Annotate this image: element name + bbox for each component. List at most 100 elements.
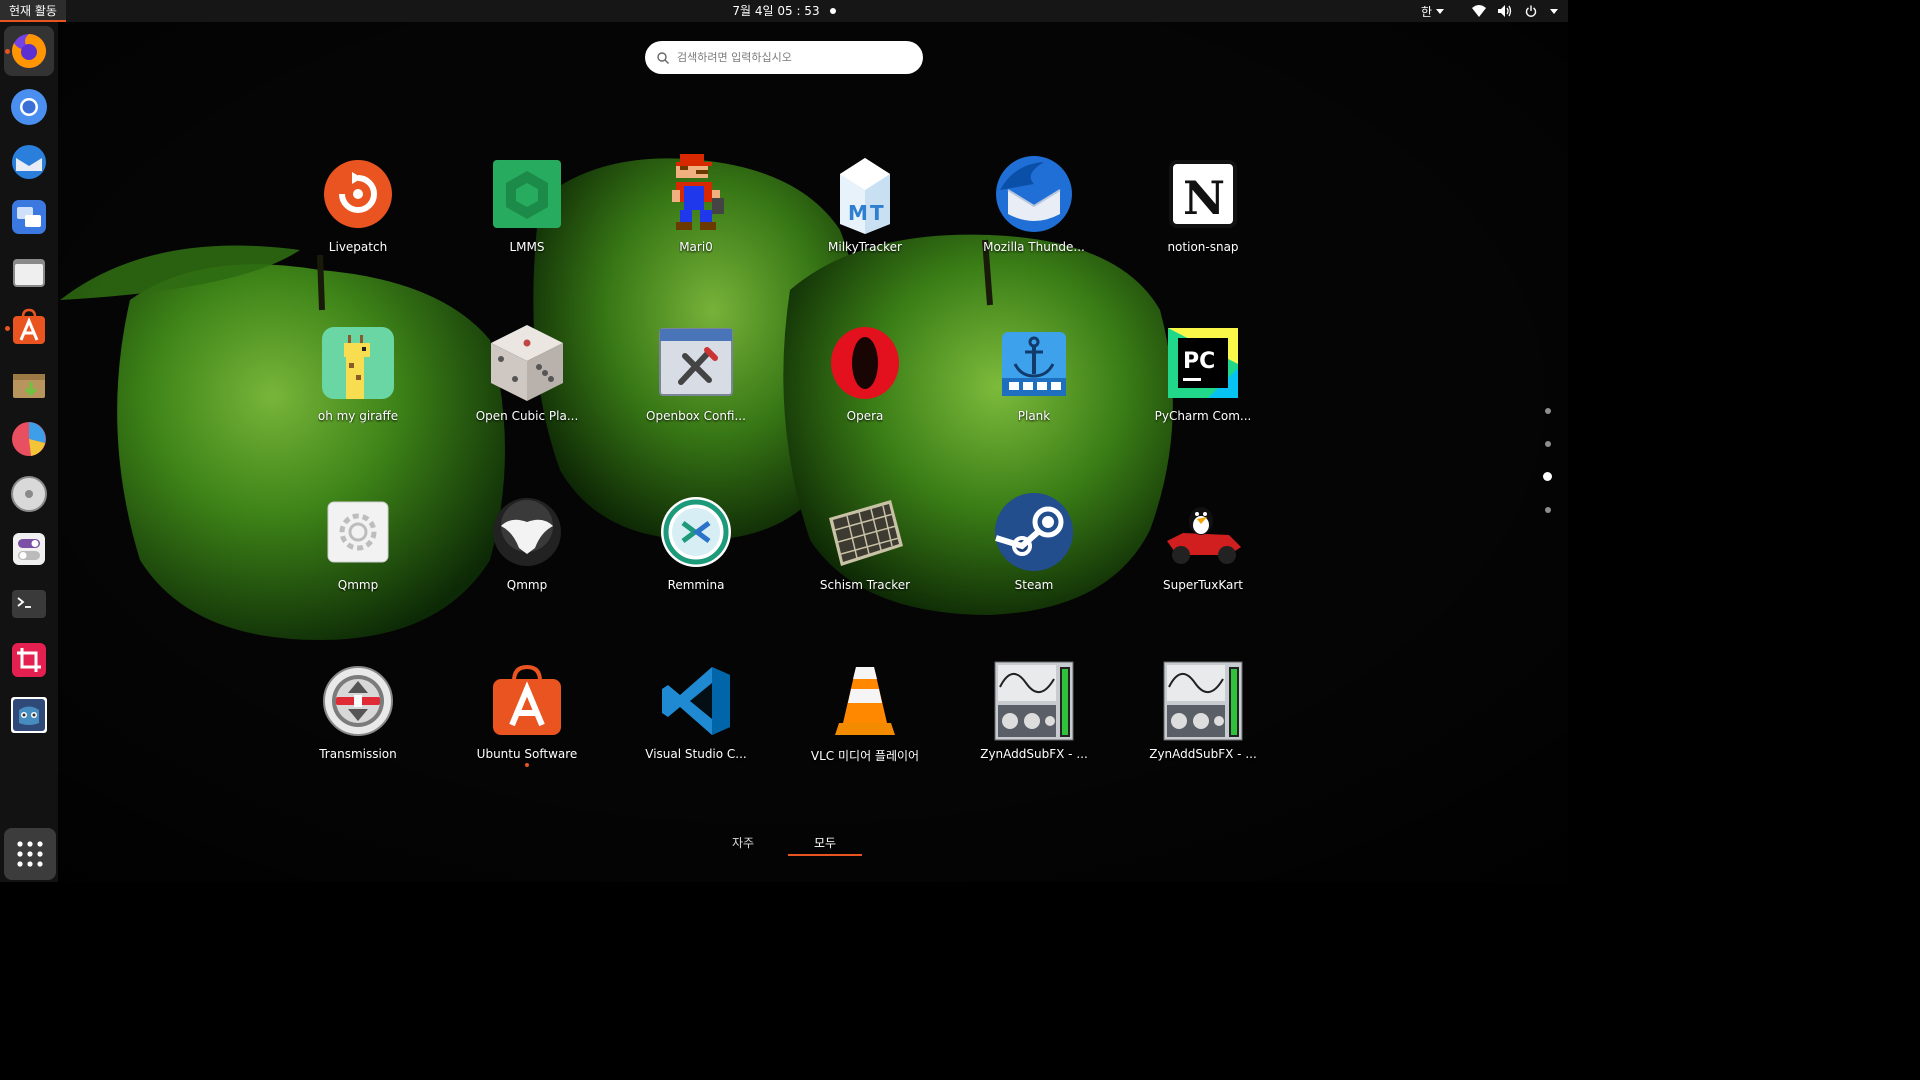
dock-item-files[interactable] [4, 248, 54, 298]
search-icon [657, 51, 669, 64]
running-indicator [5, 326, 10, 331]
app-label: oh my giraffe [317, 409, 399, 423]
lmms-icon [493, 160, 561, 228]
remote-desktop-icon [12, 200, 46, 234]
tweaks-icon [13, 533, 45, 565]
app-label: Opera [846, 409, 884, 423]
app-label: Visual Studio C... [645, 747, 747, 761]
input-method-label: 한 [1420, 4, 1432, 19]
clock-button[interactable]: 7월 4일 05 : 53 [732, 0, 836, 22]
app-qmmp-2[interactable]: Qmmp [457, 490, 597, 620]
opera-icon [831, 327, 899, 399]
dock-item-terminal[interactable] [4, 579, 54, 629]
app-vlc[interactable]: VLC 미디어 플레이어 [795, 659, 935, 789]
search-input[interactable] [677, 51, 897, 64]
dock-item-chromium[interactable] [4, 82, 54, 132]
page-indicator-2[interactable] [1545, 441, 1551, 447]
firefox-icon [11, 34, 46, 68]
dock-item-ubuntu-software[interactable] [4, 303, 54, 353]
volume-icon[interactable] [1498, 4, 1512, 18]
tab-all[interactable]: 모두 [788, 832, 862, 856]
wifi-icon[interactable] [1472, 4, 1486, 18]
app-mari0[interactable]: Mari0 [626, 152, 766, 282]
app-label: notion-snap [1167, 240, 1239, 254]
svg-text:PC: PC [1183, 349, 1215, 374]
dock-item-disk-usage[interactable] [4, 414, 54, 464]
app-schism-tracker[interactable]: Schism Tracker [795, 490, 935, 620]
app-label: Transmission [319, 747, 397, 761]
files-icon [13, 259, 45, 287]
top-bar: 현재 활동 7월 4일 05 : 53 한 [0, 0, 1568, 22]
system-menu-chevron-icon[interactable] [1550, 8, 1558, 14]
app-pycharm[interactable]: PC PyCharm Com... [1133, 321, 1273, 451]
app-oh-my-giraffe[interactable]: oh my giraffe [288, 321, 428, 451]
app-opera[interactable]: Opera [795, 321, 935, 451]
input-method-button[interactable]: 한 [1421, 3, 1444, 20]
app-label: Mozilla Thunde... [983, 240, 1085, 254]
app-notion-snap[interactable]: N notion-snap [1133, 152, 1273, 282]
archive-manager-icon [13, 374, 45, 398]
app-qmmp-1[interactable]: Qmmp [288, 490, 428, 620]
disks-icon [11, 476, 47, 512]
app-label: Schism Tracker [819, 578, 911, 592]
transmission-icon [323, 666, 393, 736]
mari0-icon [672, 154, 724, 230]
dock-item-remote-desktop[interactable] [4, 192, 54, 242]
app-milkytracker[interactable]: MT MilkyTracker [795, 152, 935, 282]
dock [0, 22, 58, 882]
show-applications-button[interactable] [4, 828, 56, 880]
app-label: Livepatch [328, 240, 388, 254]
page-indicator-1[interactable] [1545, 408, 1551, 414]
app-label: Qmmp [506, 578, 548, 592]
activities-button[interactable]: 현재 활동 [0, 0, 66, 22]
supertuxkart-icon [1167, 507, 1241, 564]
page-indicator-4[interactable] [1545, 507, 1551, 513]
desktop-wallpaper [0, 0, 1568, 882]
app-open-cubic-player[interactable]: Open Cubic Pla... [457, 321, 597, 451]
dock-item-screenshot[interactable] [4, 635, 54, 685]
dock-item-archive-manager[interactable] [4, 359, 54, 409]
app-zynaddsubfx-1[interactable]: ZynAddSubFX - ... [964, 659, 1104, 789]
dock-item-thunderbird[interactable] [4, 137, 54, 187]
giraffe-icon [322, 327, 394, 399]
dock-item-tweaks[interactable] [4, 524, 54, 574]
app-openbox-config[interactable]: Openbox Confi... [626, 321, 766, 451]
dock-item-firefox[interactable] [4, 26, 54, 76]
app-livepatch[interactable]: Livepatch [288, 152, 428, 282]
app-label: Steam [1014, 578, 1054, 592]
app-ubuntu-software[interactable]: Ubuntu Software [457, 659, 597, 789]
app-label: VLC 미디어 플레이어 [810, 749, 920, 763]
ubuntu-software-icon [13, 308, 45, 344]
notification-dot [829, 8, 836, 14]
app-transmission[interactable]: Transmission [288, 659, 428, 789]
dock-item-disks[interactable] [4, 469, 54, 519]
app-thunderbird[interactable]: Mozilla Thunde... [964, 152, 1104, 282]
thunderbird-icon [12, 145, 46, 179]
app-lmms[interactable]: LMMS [457, 152, 597, 282]
app-vscode[interactable]: Visual Studio C... [626, 659, 766, 789]
milkytracker-icon: MT [840, 158, 890, 234]
chromium-icon [11, 89, 47, 125]
app-remmina[interactable]: Remmina [626, 490, 766, 620]
dice-icon [491, 325, 563, 401]
app-plank[interactable]: Plank [964, 321, 1104, 451]
thunderbird-icon [996, 156, 1072, 232]
search-box[interactable] [645, 41, 923, 74]
app-label: Openbox Confi... [646, 409, 746, 423]
notion-icon: N [1169, 160, 1237, 228]
qmmp-gear-icon [327, 501, 389, 563]
tab-frequent[interactable]: 자주 [713, 832, 773, 856]
dock-item-godot[interactable] [4, 690, 54, 740]
app-zynaddsubfx-2[interactable]: ZynAddSubFX - ... [1133, 659, 1273, 789]
chevron-down-icon [1436, 8, 1444, 14]
vscode-icon [662, 667, 730, 735]
svg-text:N: N [1183, 171, 1225, 225]
app-label: PyCharm Com... [1154, 409, 1252, 423]
page-indicator-3[interactable] [1543, 472, 1552, 481]
zynaddsubfx-icon [994, 661, 1074, 741]
app-label: Open Cubic Pla... [475, 409, 579, 423]
app-supertuxkart[interactable]: SuperTuxKart [1133, 490, 1273, 620]
godot-icon [11, 697, 47, 733]
power-icon[interactable] [1524, 4, 1538, 18]
app-steam[interactable]: Steam [964, 490, 1104, 620]
